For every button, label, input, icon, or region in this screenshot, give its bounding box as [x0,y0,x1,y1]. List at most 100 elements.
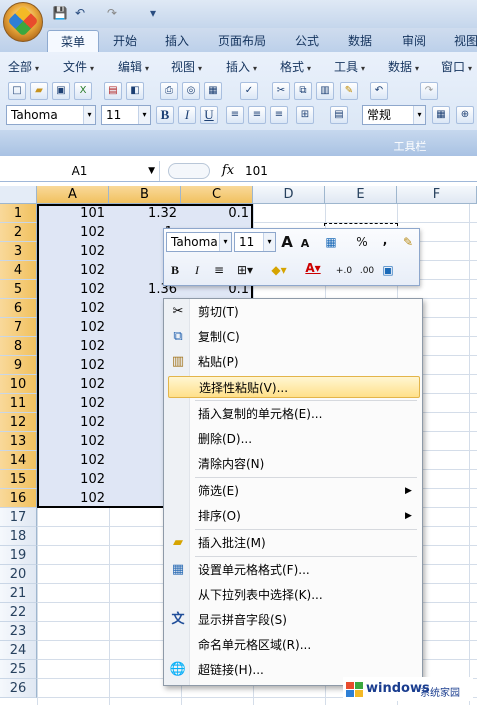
chevron-down-icon[interactable]: ▾ [83,106,95,124]
tab-insert[interactable]: 插入 [155,30,199,52]
font-size-combo[interactable]: 11 ▾ [101,105,151,125]
copy-tb-icon[interactable]: ⧉ [294,82,312,100]
menu-sort[interactable]: 排序(O) [191,505,419,527]
undo-tb-icon[interactable]: ↶ [370,82,388,100]
tab-view[interactable]: 视图 [446,30,477,52]
chevron-down-icon[interactable]: ▾ [138,106,150,124]
spelling-icon[interactable]: ✓ [240,82,258,100]
menu-paste[interactable]: 粘贴(P) [191,351,419,373]
font-name-combo[interactable]: Tahoma ▾ [6,105,96,125]
row-header-10[interactable]: 10 [0,375,37,394]
cell[interactable]: 102 [37,375,109,394]
cell[interactable]: 102 [37,242,109,261]
office-button[interactable] [3,2,43,42]
column-header-c[interactable]: C [181,186,253,204]
column-header-f[interactable]: F [397,186,477,204]
tab-review[interactable]: 审阅 [392,30,436,52]
format-painter-mini-icon[interactable]: ✎ [400,233,416,251]
row-header-12[interactable]: 12 [0,413,37,432]
cell[interactable]: 0.1 [181,204,253,223]
save-icon[interactable]: 💾 [52,5,68,21]
cell[interactable]: 1.32 [109,204,181,223]
row-header-25[interactable]: 25 [0,660,37,679]
cell[interactable]: 102 [37,489,109,508]
row-header-23[interactable]: 23 [0,622,37,641]
merge-icon[interactable]: ▣ [380,261,396,279]
mini-font-combo[interactable]: Tahoma ▾ [166,232,232,252]
menu-tools[interactable]: 工具 [334,58,365,76]
print-preview-icon[interactable]: ◎ [182,82,200,100]
menu-delete[interactable]: 删除(D)... [191,428,419,450]
row-header-17[interactable]: 17 [0,508,37,527]
research-icon[interactable]: ▦ [204,82,222,100]
row-header-15[interactable]: 15 [0,470,37,489]
permission-icon[interactable]: ◧ [126,82,144,100]
row-header-16[interactable]: 16 [0,489,37,508]
cell[interactable]: 102 [37,470,109,489]
print-icon[interactable]: ⎙ [160,82,178,100]
row-header-24[interactable]: 24 [0,641,37,660]
tab-formulas[interactable]: 公式 [285,30,329,52]
excel-icon[interactable]: X [74,82,92,100]
wrap-text-icon[interactable]: ▤ [330,106,348,124]
menu-define-name[interactable]: 命名单元格区域(R)... [191,634,419,656]
underline-button[interactable]: U [200,106,218,124]
shrink-font-button[interactable]: A [298,235,312,253]
mini-italic-button[interactable]: I [190,261,204,279]
menu-filter[interactable]: 筛选(E) [191,480,419,502]
row-header-7[interactable]: 7 [0,318,37,337]
row-header-19[interactable]: 19 [0,546,37,565]
row-header-26[interactable]: 26 [0,679,37,698]
cell[interactable]: 102 [37,299,109,318]
cell[interactable]: 102 [37,413,109,432]
cell[interactable]: 102 [37,356,109,375]
cell[interactable]: 102 [37,451,109,470]
cell[interactable]: 102 [37,432,109,451]
mini-center-button[interactable]: ≡ [211,261,227,279]
align-center-icon[interactable]: ≡ [248,106,266,124]
cell[interactable]: 102 [37,337,109,356]
select-all-corner[interactable] [0,186,37,204]
fill-color-icon[interactable]: ◆▾ [266,261,292,279]
menu-clear-contents[interactable]: 清除内容(N) [191,453,419,475]
open-folder-icon[interactable]: ▰ [30,82,48,100]
column-header-e[interactable]: E [325,186,397,204]
bold-button[interactable]: B [156,106,174,124]
cut-icon[interactable]: ✂ [272,82,290,100]
row-header-9[interactable]: 9 [0,356,37,375]
undo-icon[interactable]: ↶ [72,5,88,21]
formula-expand-handle[interactable] [168,163,210,179]
name-box[interactable]: A1 ▼ [0,161,160,181]
menu-format[interactable]: 格式 [280,58,311,76]
chevron-down-icon[interactable]: ▾ [219,233,231,251]
redo-icon[interactable]: ↷ [104,5,120,21]
tab-menu[interactable]: 菜单 [47,30,99,52]
row-header-22[interactable]: 22 [0,603,37,622]
insert-cells-icon[interactable]: ⊕ [456,106,474,124]
row-header-11[interactable]: 11 [0,394,37,413]
row-header-13[interactable]: 13 [0,432,37,451]
menu-insert[interactable]: 插入 [226,58,257,76]
row-header-3[interactable]: 3 [0,242,37,261]
cell[interactable]: 102 [37,394,109,413]
align-right-icon[interactable]: ≡ [270,106,288,124]
menu-format-cells[interactable]: 设置单元格格式(F)... [191,559,419,581]
redo-tb-icon[interactable]: ↷ [420,82,438,100]
row-header-4[interactable]: 4 [0,261,37,280]
align-left-icon[interactable]: ≡ [226,106,244,124]
cell[interactable]: 102 [37,223,109,242]
number-format-icon[interactable]: ▦ [320,233,342,251]
menu-all[interactable]: 全部 [8,58,39,76]
menu-view[interactable]: 视图 [171,58,202,76]
column-header-a[interactable]: A [37,186,109,204]
tab-page-layout[interactable]: 页面布局 [210,30,274,52]
save-file-icon[interactable]: ▣ [52,82,70,100]
row-header-1[interactable]: 1 [0,204,37,223]
number-format-combo[interactable]: 常规 ▾ [362,105,426,125]
tab-data[interactable]: 数据 [338,30,382,52]
row-header-6[interactable]: 6 [0,299,37,318]
column-header-b[interactable]: B [109,186,181,204]
column-header-d[interactable]: D [253,186,325,204]
chevron-down-icon[interactable]: ▾ [263,233,275,251]
row-header-21[interactable]: 21 [0,584,37,603]
